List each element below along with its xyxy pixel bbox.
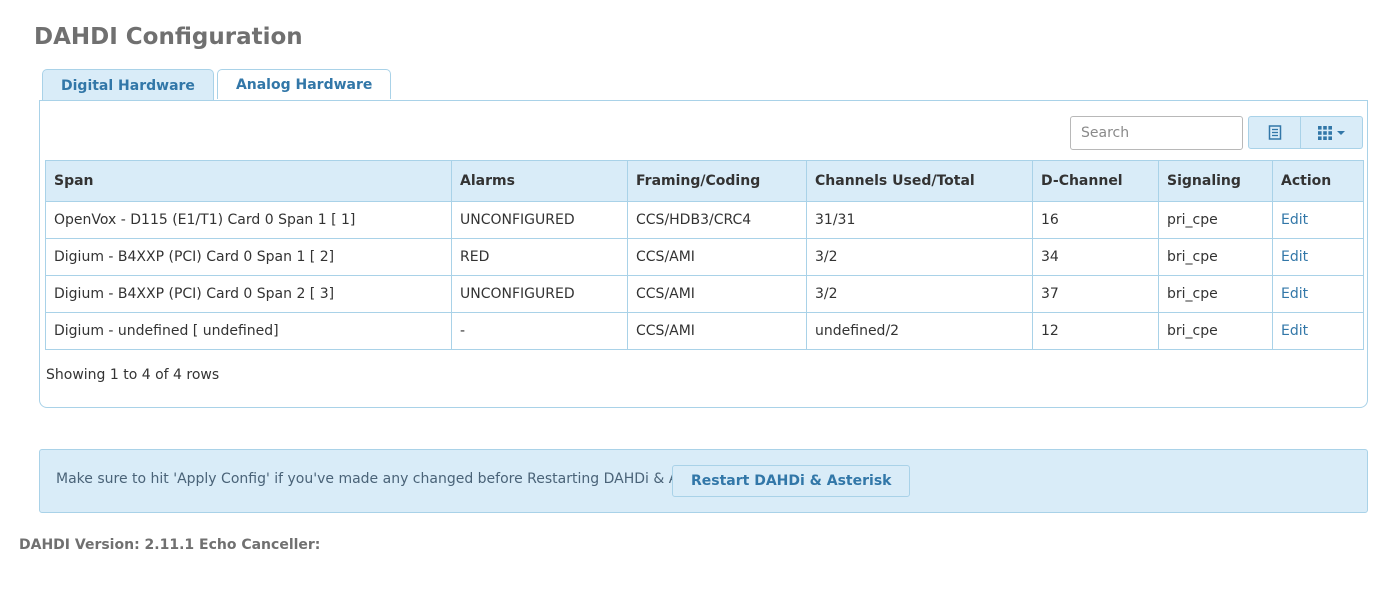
cell-alarms: UNCONFIGURED [451,201,628,239]
table-row: Digium - B4XXP (PCI) Card 0 Span 2 [ 3] … [45,275,1364,313]
edit-link[interactable]: Edit [1281,323,1308,339]
column-header-span[interactable]: Span [45,160,452,202]
page-title: DAHDI Configuration [34,24,303,50]
columns-dropdown-button[interactable] [1301,116,1363,149]
cell-d-channel: 34 [1032,238,1159,276]
caret-down-icon [1337,130,1345,135]
cell-d-channel: 12 [1032,312,1159,350]
cell-action: Edit [1272,275,1364,313]
cell-signaling: bri_cpe [1158,312,1273,350]
cell-alarms: - [451,312,628,350]
column-header-channels[interactable]: Channels Used/Total [806,160,1033,202]
edit-link[interactable]: Edit [1281,212,1308,228]
cell-channels: 3/2 [806,275,1033,313]
cell-action: Edit [1272,238,1364,276]
cell-framing: CCS/AMI [627,312,807,350]
tab-bar: Digital Hardware Analog Hardware [42,69,392,101]
tab-analog-hardware[interactable]: Analog Hardware [216,69,392,99]
cell-span: Digium - undefined [ undefined] [45,312,452,350]
cell-signaling: bri_cpe [1158,238,1273,276]
cell-span: Digium - B4XXP (PCI) Card 0 Span 1 [ 2] [45,238,452,276]
cell-span: Digium - B4XXP (PCI) Card 0 Span 2 [ 3] [45,275,452,313]
table-row: Digium - B4XXP (PCI) Card 0 Span 1 [ 2] … [45,238,1364,276]
column-header-action: Action [1272,160,1364,202]
column-header-signaling[interactable]: Signaling [1158,160,1273,202]
tab-digital-hardware[interactable]: Digital Hardware [42,69,214,101]
spans-table: Span Alarms Framing/Coding Channels Used… [45,160,1364,350]
column-header-alarms[interactable]: Alarms [451,160,628,202]
cell-alarms: RED [451,238,628,276]
cell-d-channel: 37 [1032,275,1159,313]
cell-action: Edit [1272,201,1364,239]
grid-icon [1318,125,1332,140]
cell-signaling: pri_cpe [1158,201,1273,239]
cell-framing: CCS/AMI [627,275,807,313]
restart-notice: Make sure to hit 'Apply Config' if you'v… [39,449,1368,513]
cell-signaling: bri_cpe [1158,275,1273,313]
cell-framing: CCS/HDB3/CRC4 [627,201,807,239]
cell-alarms: UNCONFIGURED [451,275,628,313]
pagination-info: Showing 1 to 4 of 4 rows [46,367,220,383]
cell-span: OpenVox - D115 (E1/T1) Card 0 Span 1 [ 1… [45,201,452,239]
table-view-controls [1248,116,1363,149]
column-header-framing-coding[interactable]: Framing/Coding [627,160,807,202]
list-icon [1268,125,1281,140]
cell-d-channel: 16 [1032,201,1159,239]
cell-framing: CCS/AMI [627,238,807,276]
search-input[interactable] [1070,116,1243,150]
cell-channels: 3/2 [806,238,1033,276]
edit-link[interactable]: Edit [1281,249,1308,265]
cell-action: Edit [1272,312,1364,350]
table-row: OpenVox - D115 (E1/T1) Card 0 Span 1 [ 1… [45,201,1364,239]
table-row: Digium - undefined [ undefined] - CCS/AM… [45,312,1364,350]
cell-channels: 31/31 [806,201,1033,239]
edit-link[interactable]: Edit [1281,286,1308,302]
cell-channels: undefined/2 [806,312,1033,350]
restart-dahdi-asterisk-button[interactable]: Restart DAHDi & Asterisk [672,465,911,497]
dahdi-version: DAHDI Version: 2.11.1 Echo Canceller: [19,537,321,553]
column-header-d-channel[interactable]: D-Channel [1032,160,1159,202]
notice-text: Make sure to hit 'Apply Config' if you'v… [56,471,725,487]
table-header-row: Span Alarms Framing/Coding Channels Used… [45,160,1364,202]
toggle-view-button[interactable] [1248,116,1301,149]
